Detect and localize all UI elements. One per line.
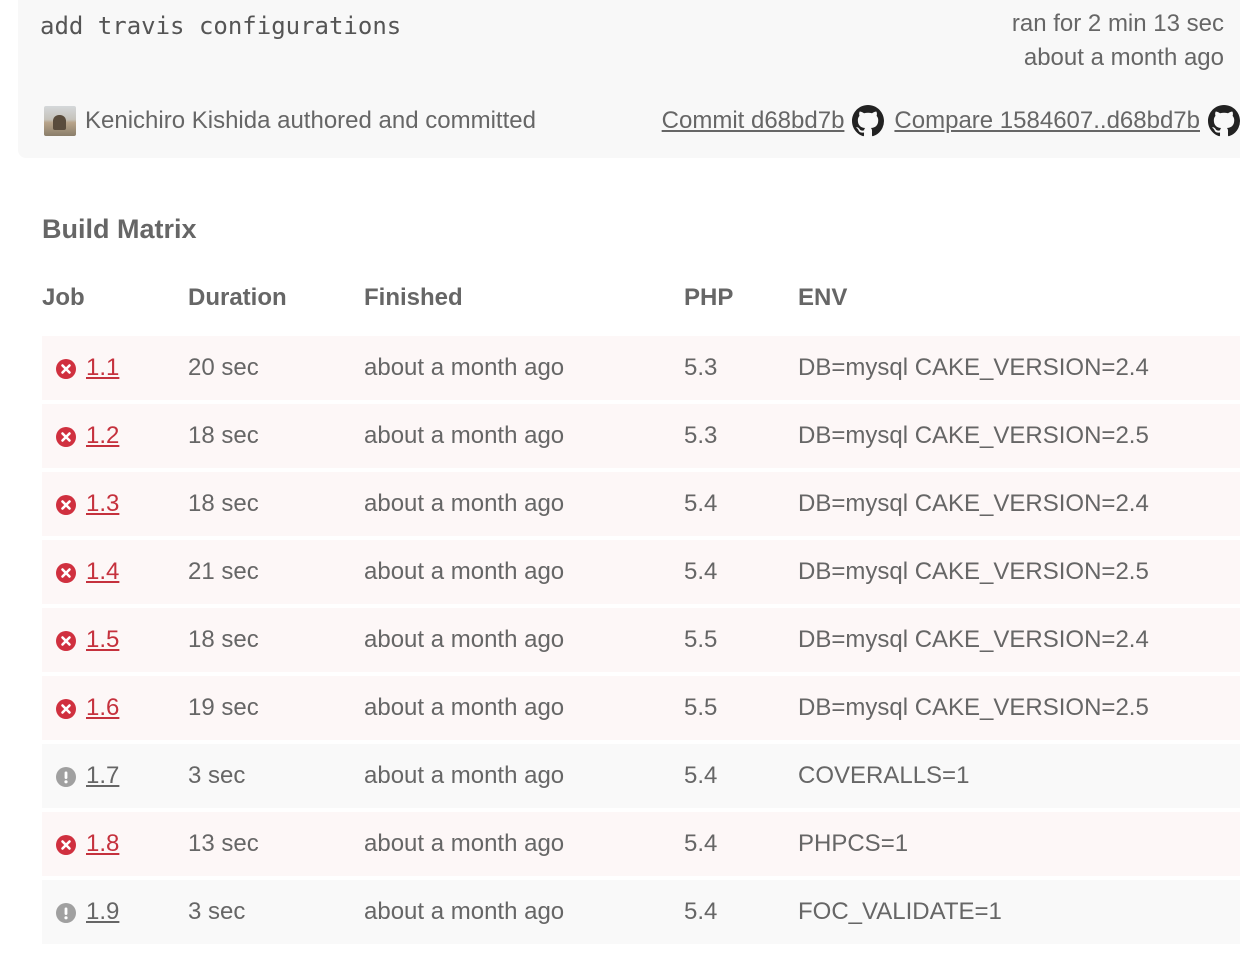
job-number-link[interactable]: 1.7 [86, 744, 119, 808]
job-duration: 18 sec [188, 626, 259, 653]
build-duration: ran for 2 min 13 sec [1011, 10, 1224, 37]
job-duration: 18 sec [188, 422, 259, 449]
job-duration: 3 sec [188, 898, 246, 925]
errored-exclamation-icon [56, 767, 76, 787]
job-row[interactable]: 1.9 3 sec about a month ago 5.4 FOC_VALIDATE… [42, 880, 1240, 944]
job-duration: 18 sec [188, 490, 259, 517]
job-finished: about a month ago [364, 898, 565, 925]
job-env: DB=mysql CAKE_VERSION=2.5 [798, 422, 1149, 449]
build-matrix-rows: 1.1 20 sec about a month ago 5.3 DB=mysql CA… [42, 336, 1240, 948]
job-finished: about a month ago [364, 558, 565, 585]
job-row[interactable]: 1.8 13 sec about a month ago 5.4 PHPCS=1 [42, 812, 1240, 876]
job-row[interactable]: 1.7 3 sec about a month ago 5.4 COVERALLS=1 [42, 744, 1240, 808]
job-php-version: 5.4 [684, 898, 718, 925]
job-row[interactable]: 1.4 21 sec about a month ago 5.4 DB=mysql CA… [42, 540, 1240, 604]
column-header-job: Job [42, 284, 85, 311]
job-finished: about a month ago [364, 422, 565, 449]
job-number-link[interactable]: 1.9 [86, 880, 119, 944]
github-icon[interactable] [852, 105, 885, 137]
commit-message: add travis configurations [40, 12, 402, 40]
job-row[interactable]: 1.5 18 sec about a month ago 5.5 DB=mysql CA… [42, 608, 1240, 672]
author-row: Kenichiro Kishida authored and committed [44, 104, 536, 138]
job-php-version: 5.5 [684, 694, 718, 721]
job-finished: about a month ago [364, 830, 565, 857]
job-php-version: 5.4 [684, 830, 718, 857]
job-env: DB=mysql CAKE_VERSION=2.5 [798, 694, 1149, 721]
failed-x-icon [56, 359, 76, 379]
job-row[interactable]: 1.2 18 sec about a month ago 5.3 DB=mysql CA… [42, 404, 1240, 468]
job-finished: about a month ago [364, 694, 565, 721]
column-header-finished: Finished [364, 284, 463, 311]
job-finished: about a month ago [364, 354, 565, 381]
author-text: Kenichiro Kishida authored and committed [85, 107, 536, 134]
job-env: DB=mysql CAKE_VERSION=2.4 [798, 354, 1149, 381]
job-env: COVERALLS=1 [798, 762, 970, 789]
build-matrix-header: Job Duration Finished PHP ENV [42, 284, 1240, 320]
failed-x-icon [56, 699, 76, 719]
job-env: DB=mysql CAKE_VERSION=2.4 [798, 626, 1149, 653]
job-duration: 21 sec [188, 558, 259, 585]
commit-links: Commit d68bd7b Compare 1584607..d68bd7b [662, 104, 1240, 138]
job-number-link[interactable]: 1.5 [86, 608, 119, 672]
job-number-link[interactable]: 1.4 [86, 540, 119, 604]
failed-x-icon [56, 835, 76, 855]
compare-link[interactable]: Compare 1584607..d68bd7b [894, 107, 1200, 135]
failed-x-icon [56, 631, 76, 651]
failed-x-icon [56, 427, 76, 447]
job-php-version: 5.4 [684, 762, 718, 789]
job-duration: 3 sec [188, 762, 246, 789]
job-php-version: 5.5 [684, 626, 718, 653]
errored-exclamation-icon [56, 903, 76, 923]
avatar [44, 106, 76, 136]
column-header-duration: Duration [188, 284, 287, 311]
github-icon[interactable] [1208, 105, 1240, 137]
build-finished-time: about a month ago [1023, 44, 1224, 71]
column-header-php: PHP [684, 284, 734, 311]
job-number-link[interactable]: 1.6 [86, 676, 119, 740]
job-finished: about a month ago [364, 626, 565, 653]
build-summary: add travis configurations ran for 2 min … [18, 0, 1240, 158]
job-row[interactable]: 1.6 19 sec about a month ago 5.5 DB=mysql CA… [42, 676, 1240, 740]
job-number-link[interactable]: 1.2 [86, 404, 119, 468]
job-duration: 20 sec [188, 354, 259, 381]
job-finished: about a month ago [364, 490, 565, 517]
job-number-link[interactable]: 1.3 [86, 472, 119, 536]
failed-x-icon [56, 495, 76, 515]
job-env: DB=mysql CAKE_VERSION=2.4 [798, 490, 1149, 517]
job-env: DB=mysql CAKE_VERSION=2.5 [798, 558, 1149, 585]
job-env: PHPCS=1 [798, 830, 909, 857]
job-finished: about a month ago [364, 762, 565, 789]
job-php-version: 5.4 [684, 490, 718, 517]
job-php-version: 5.3 [684, 354, 718, 381]
column-header-env: ENV [798, 284, 848, 311]
job-row[interactable]: 1.3 18 sec about a month ago 5.4 DB=mysql CA… [42, 472, 1240, 536]
build-matrix-title: Build Matrix [42, 214, 197, 244]
job-env: FOC_VALIDATE=1 [798, 898, 1002, 925]
job-duration: 19 sec [188, 694, 259, 721]
job-duration: 13 sec [188, 830, 259, 857]
job-php-version: 5.3 [684, 422, 718, 449]
job-php-version: 5.4 [684, 558, 718, 585]
job-row[interactable]: 1.1 20 sec about a month ago 5.3 DB=mysql CA… [42, 336, 1240, 400]
commit-link[interactable]: Commit d68bd7b [662, 107, 845, 135]
job-number-link[interactable]: 1.1 [86, 336, 119, 400]
job-number-link[interactable]: 1.8 [86, 812, 119, 876]
failed-x-icon [56, 563, 76, 583]
